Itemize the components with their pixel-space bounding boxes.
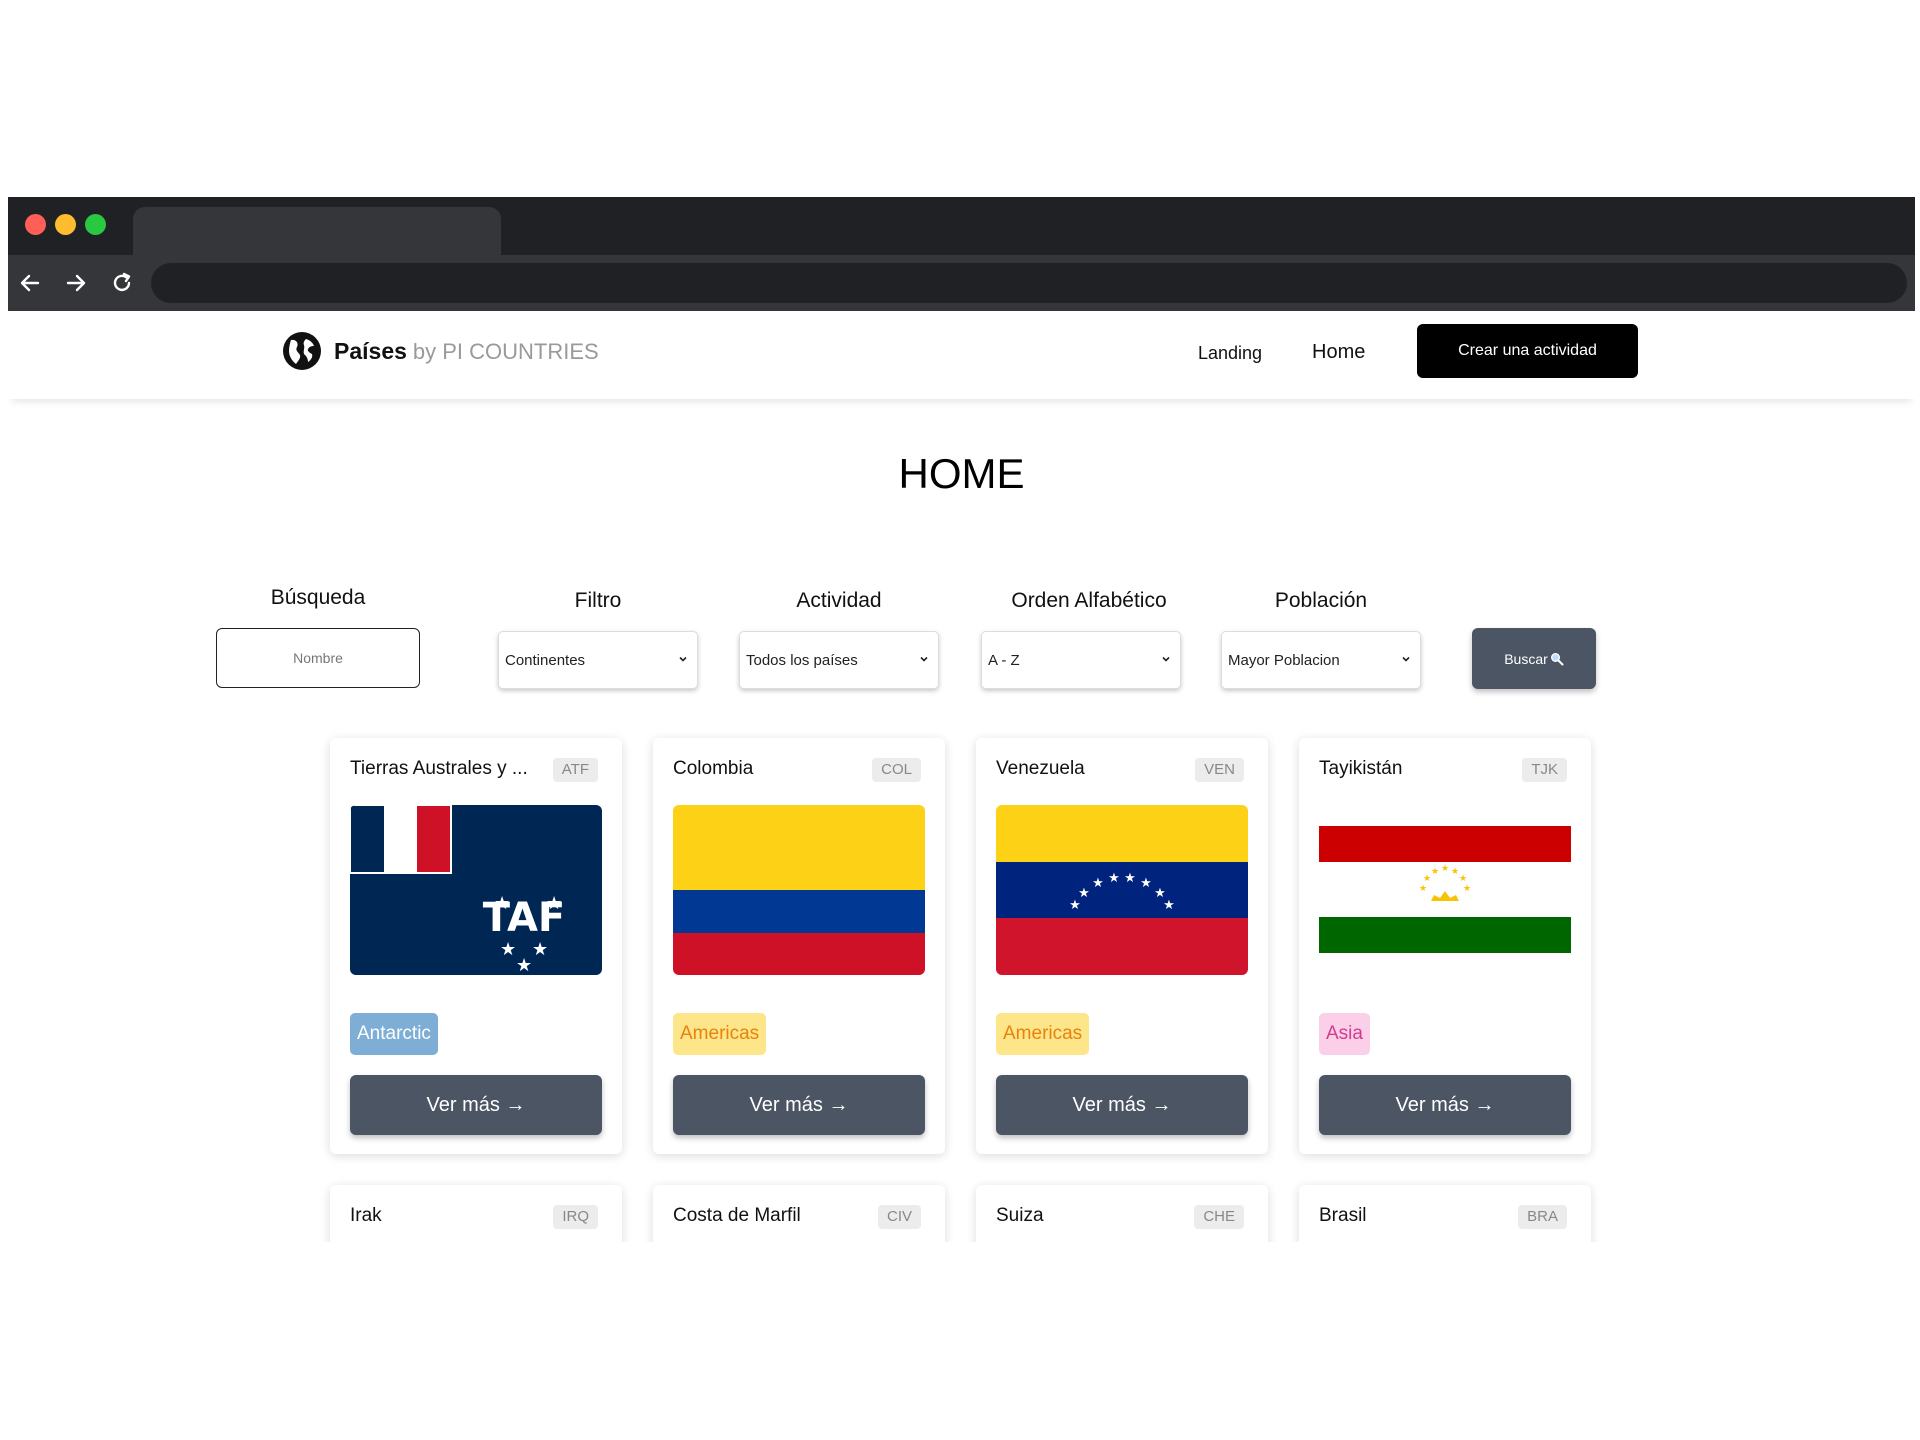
flag-tjk: ★ ★ ★ ★ ★ ★ ★ <box>1319 805 1571 975</box>
continent-select-value: Continentes <box>505 651 586 669</box>
svg-text:★: ★ <box>1463 884 1471 894</box>
browser-tab[interactable] <box>133 207 501 255</box>
brand-subtitle: by PI COUNTRIES <box>412 338 599 364</box>
page-title: HOME <box>898 450 1025 497</box>
country-name: Tayikistán <box>1319 758 1403 779</box>
flag-atf: TAF ★ ★ ★ ★ ★ <box>350 805 602 975</box>
svg-text:★: ★ <box>1092 876 1104 891</box>
country-name: Tierras Australes y ... <box>350 758 528 779</box>
country-name: Venezuela <box>996 758 1085 779</box>
country-card-irq: Irak IRQ <box>330 1185 622 1242</box>
see-more-button[interactable]: Ver más → <box>673 1075 925 1135</box>
country-code-badge: TJK <box>1522 758 1567 782</box>
create-activity-button[interactable]: Crear una actividad <box>1417 324 1638 378</box>
activity-select[interactable]: Todos los países <box>739 631 939 689</box>
arrow-right-icon <box>66 274 86 292</box>
address-bar[interactable] <box>151 263 1907 303</box>
country-card-tjk: Tayikistán TJK ★ ★ ★ ★ ★ ★ ★ Asia Ver má… <box>1299 738 1591 1154</box>
search-button-label: Buscar <box>1504 650 1548 667</box>
country-name: Costa de Marfil <box>673 1205 801 1226</box>
population-select-value: Mayor Poblacion <box>1228 651 1340 669</box>
alpha-order-select[interactable]: A - Z <box>981 631 1181 689</box>
alpha-order-label: Orden Alfabético <box>1011 589 1167 612</box>
forward-button[interactable] <box>56 263 96 303</box>
svg-text:★: ★ <box>1423 874 1431 884</box>
country-code-badge: VEN <box>1195 758 1244 782</box>
chevron-down-icon <box>1162 656 1170 662</box>
back-button[interactable] <box>10 263 50 303</box>
country-card-ven: Venezuela VEN ★ ★ ★ ★ ★ ★ ★ ★ Americas V… <box>976 738 1268 1154</box>
magnifier-icon <box>1550 652 1564 665</box>
arrow-left-icon <box>20 274 40 292</box>
svg-text:★: ★ <box>1431 867 1439 877</box>
svg-text:★: ★ <box>516 955 532 975</box>
continent-badge: Asia <box>1319 1013 1370 1055</box>
svg-text:★: ★ <box>1441 864 1449 874</box>
country-card-civ: Costa de Marfil CIV <box>653 1185 945 1242</box>
continent-badge: Antarctic <box>350 1013 438 1055</box>
svg-text:★: ★ <box>1451 867 1459 877</box>
population-label: Población <box>1274 589 1368 612</box>
reload-icon <box>113 272 131 292</box>
country-code-badge: IRQ <box>553 1205 598 1229</box>
browser-toolbar <box>8 255 1915 311</box>
svg-text:★: ★ <box>500 939 516 960</box>
continent-badge: Americas <box>673 1013 767 1055</box>
maximize-window-dot[interactable] <box>85 214 106 235</box>
country-code-badge: BRA <box>1518 1205 1567 1229</box>
chevron-down-icon <box>679 656 687 662</box>
brand-name: Países <box>334 337 407 364</box>
reload-button[interactable] <box>102 263 142 303</box>
browser-tabbar <box>8 197 1915 255</box>
chevron-down-icon <box>920 656 928 662</box>
search-input[interactable] <box>216 628 420 688</box>
search-label: Búsqueda <box>270 586 366 609</box>
svg-text:★: ★ <box>1419 884 1427 894</box>
browser-window: Países by PI COUNTRIES Landing Home Crear… <box>8 197 1915 1242</box>
country-name: Irak <box>350 1205 382 1226</box>
svg-text:★: ★ <box>546 893 562 914</box>
country-name: Brasil <box>1319 1205 1367 1226</box>
nav-landing-link[interactable]: Landing <box>1198 343 1262 364</box>
svg-text:★: ★ <box>1140 876 1152 891</box>
chevron-down-icon <box>1402 656 1410 662</box>
continent-filter-label: Filtro <box>574 589 622 612</box>
country-card-col: Colombia COL Americas Ver más → <box>653 738 945 1154</box>
country-name: Colombia <box>673 758 754 779</box>
svg-text:★: ★ <box>1163 898 1175 913</box>
country-card-che: Suiza CHE <box>976 1185 1268 1242</box>
country-card-bra: Brasil BRA <box>1299 1185 1591 1242</box>
country-code-badge: COL <box>872 758 921 782</box>
see-more-button[interactable]: Ver más → <box>1319 1075 1571 1135</box>
country-code-badge: ATF <box>552 758 598 782</box>
flag-ven: ★ ★ ★ ★ ★ ★ ★ ★ <box>996 805 1248 975</box>
activity-select-value: Todos los países <box>746 651 858 669</box>
country-name: Suiza <box>996 1205 1044 1226</box>
activity-filter-label: Actividad <box>796 589 882 612</box>
svg-text:★: ★ <box>494 893 510 914</box>
continent-badge: Americas <box>996 1013 1090 1055</box>
continent-select[interactable]: Continentes <box>498 631 698 689</box>
minimize-window-dot[interactable] <box>55 214 76 235</box>
nav-home-link[interactable]: Home <box>1312 341 1365 364</box>
alpha-order-select-value: A - Z <box>988 651 1020 669</box>
see-more-button[interactable]: Ver más → <box>996 1075 1248 1135</box>
search-button[interactable]: Buscar <box>1472 628 1596 689</box>
svg-text:★: ★ <box>1108 871 1120 886</box>
site-header: Países by PI COUNTRIES Landing Home Crear… <box>8 311 1915 399</box>
population-select[interactable]: Mayor Poblacion <box>1221 631 1421 689</box>
close-window-dot[interactable] <box>25 214 46 235</box>
see-more-button[interactable]: Ver más → <box>350 1075 602 1135</box>
svg-text:★: ★ <box>532 939 548 960</box>
screenshot-frame: Países by PI COUNTRIES Landing Home Crear… <box>0 0 1920 1242</box>
country-code-badge: CIV <box>877 1205 921 1229</box>
country-code-badge: CHE <box>1194 1205 1244 1229</box>
svg-text:★: ★ <box>1078 886 1090 901</box>
country-card-atf: Tierras Australes y ... ATF TAF ★ ★ ★ ★ … <box>330 738 622 1154</box>
globe-icon <box>283 332 321 370</box>
logo[interactable]: Países by PI COUNTRIES <box>282 331 599 371</box>
svg-text:★: ★ <box>1459 874 1467 884</box>
svg-text:★: ★ <box>1124 871 1136 886</box>
flag-col <box>673 805 925 975</box>
